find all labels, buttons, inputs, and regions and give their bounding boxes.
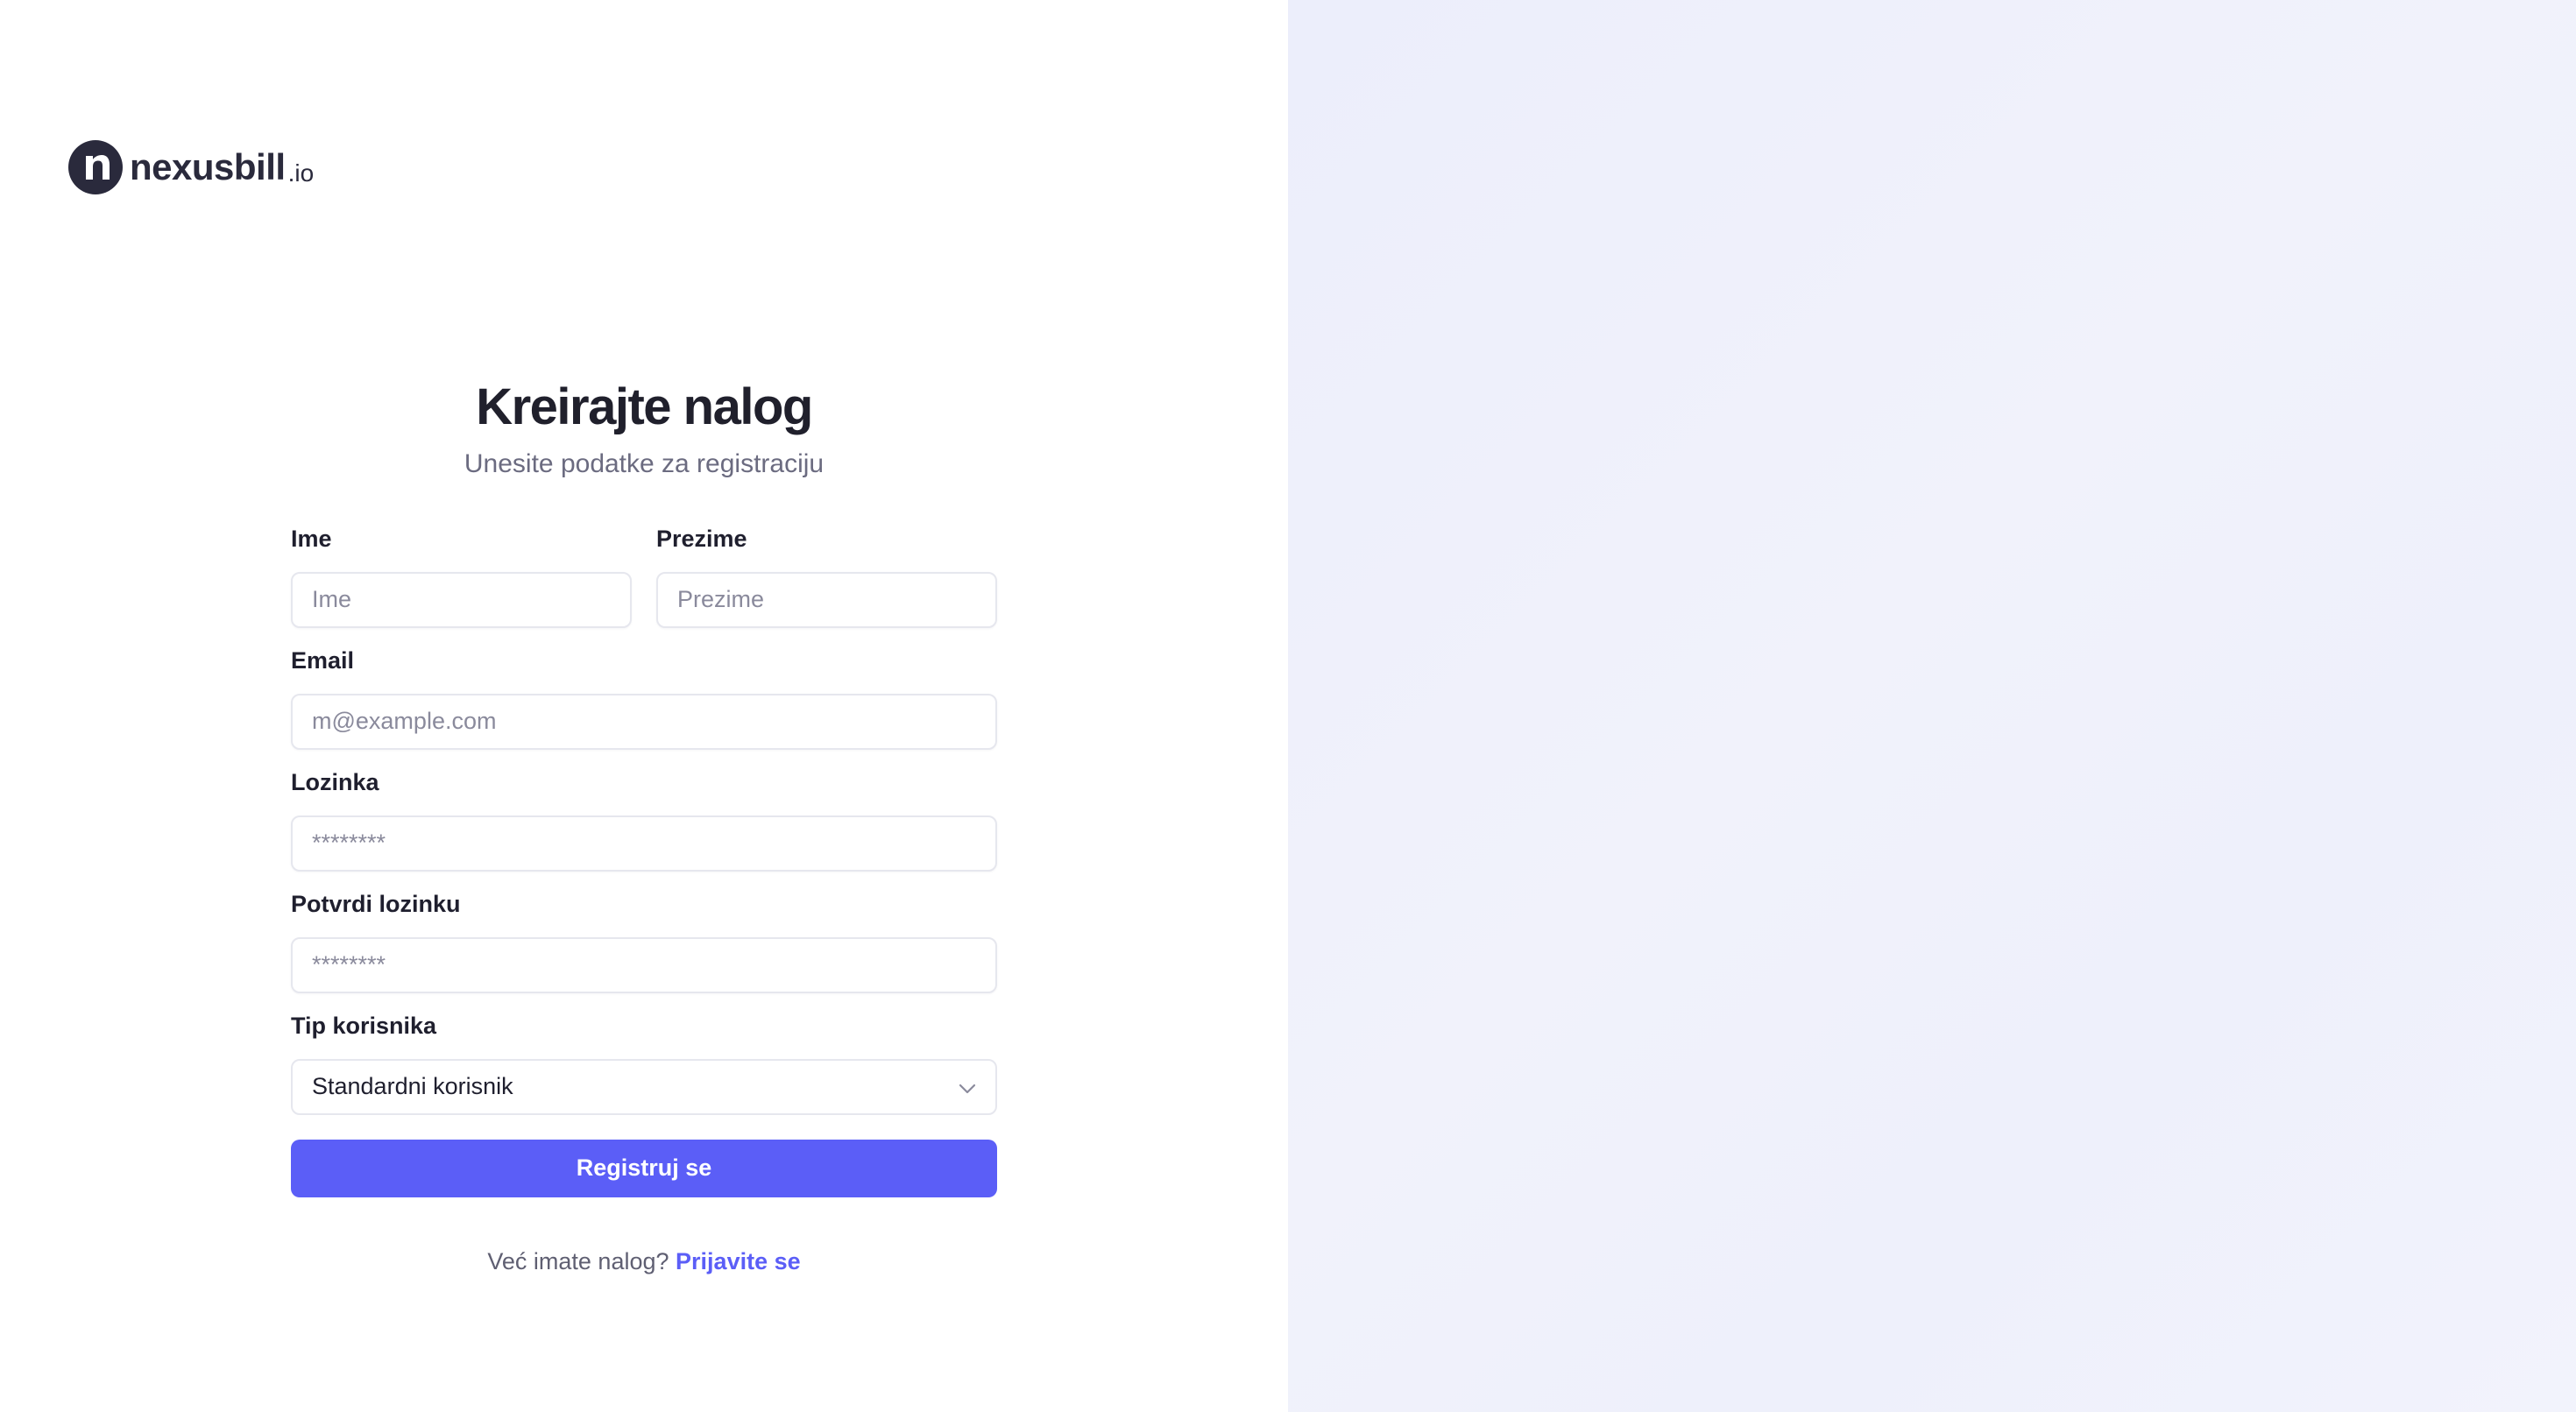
logo-mark-icon <box>68 140 123 194</box>
page-subtitle: Unesite podatke za registraciju <box>464 448 824 478</box>
left-panel: nexusbill .io Kreirajte nalog Unesite po… <box>0 0 1288 1412</box>
user-type-select[interactable]: Standardni korisnik <box>291 1058 997 1115</box>
page-title: Kreirajte nalog <box>476 378 813 435</box>
email-input[interactable] <box>291 693 997 750</box>
user-type-group: Tip korisnika Standardni korisnik <box>291 1012 997 1115</box>
logo[interactable]: nexusbill .io <box>68 140 314 194</box>
user-type-value: Standardni korisnik <box>312 1073 513 1100</box>
first-name-input[interactable] <box>291 571 632 628</box>
email-label: Email <box>291 646 355 674</box>
first-name-group: Ime <box>291 525 632 628</box>
register-button[interactable]: Registruj se <box>291 1139 997 1197</box>
signin-prompt: Već imate nalog? <box>487 1247 669 1274</box>
first-name-label: Ime <box>291 525 332 552</box>
confirm-password-label: Potvrdi lozinku <box>291 890 461 917</box>
logo-tld: .io <box>287 159 315 187</box>
password-group: Lozinka <box>291 768 997 872</box>
last-name-input[interactable] <box>656 571 997 628</box>
confirm-password-input[interactable] <box>291 936 997 993</box>
last-name-group: Prezime <box>656 525 997 628</box>
right-panel-background <box>1288 0 2576 1412</box>
submit-wrap: Registruj se <box>291 1139 997 1197</box>
password-input[interactable] <box>291 815 997 872</box>
signin-prompt-row: Već imate nalog? Prijavite se <box>291 1248 997 1275</box>
password-label: Lozinka <box>291 768 379 795</box>
confirm-password-group: Potvrdi lozinku <box>291 890 997 993</box>
register-form: Kreirajte nalog Unesite podatke za regis… <box>291 377 997 1275</box>
logo-wordmark: nexusbill <box>130 146 286 187</box>
name-row: Ime Prezime <box>291 525 997 628</box>
user-type-label: Tip korisnika <box>291 1012 437 1039</box>
signin-link[interactable]: Prijavite se <box>676 1248 801 1274</box>
email-group: Email <box>291 646 997 750</box>
last-name-label: Prezime <box>656 525 747 552</box>
chevron-down-icon <box>959 1073 976 1100</box>
